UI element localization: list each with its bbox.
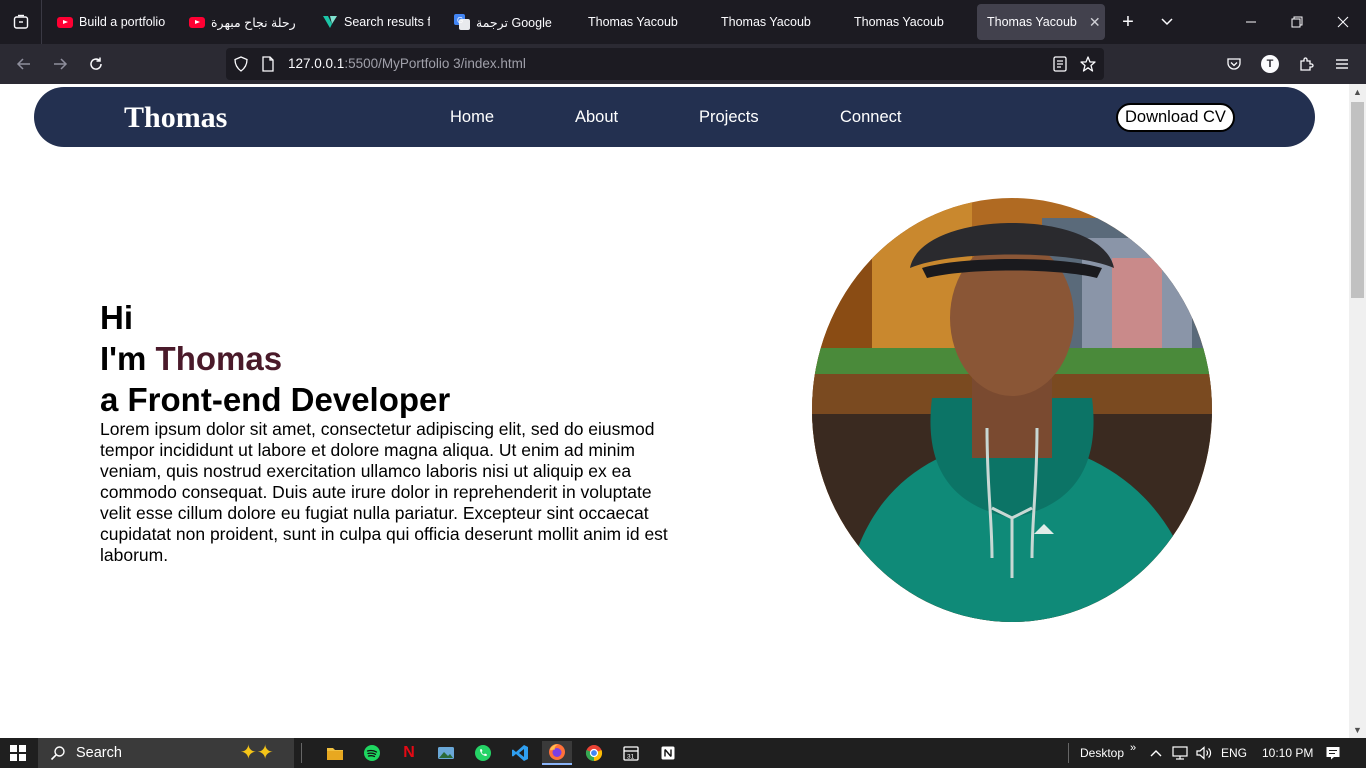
tab-title: ترجمة Google	[476, 15, 552, 30]
hero-heading: Hi I'm Thomas a Front-end Developer	[100, 297, 450, 420]
tab-thomas-yacoub-3[interactable]: Thomas Yacoub	[854, 4, 954, 40]
reload-icon[interactable]	[82, 50, 110, 78]
file-explorer-icon[interactable]	[320, 741, 350, 765]
bookmark-star-icon[interactable]	[1080, 56, 1096, 77]
vscode-icon[interactable]	[505, 741, 535, 765]
scroll-up-arrow-icon[interactable]: ▲	[1349, 84, 1366, 100]
hero-description: Lorem ipsum dolor sit amet, consectetur …	[100, 419, 668, 565]
chevron-down-icon[interactable]	[1153, 8, 1181, 36]
url-text[interactable]: 127.0.0.1:5500/MyPortfolio 3/index.html	[288, 56, 526, 71]
minimize-icon[interactable]	[1228, 0, 1274, 44]
url-host: 127.0.0.1	[288, 56, 345, 71]
url-path: :5500/MyPortfolio 3/index.html	[344, 56, 526, 71]
tab-title: Search results fo	[344, 15, 430, 29]
vuetify-icon	[322, 14, 338, 30]
hero-greeting: Hi	[100, 299, 133, 336]
tab-search-results[interactable]: Search results fo	[322, 4, 430, 40]
tab-title: Thomas Yacoub	[721, 15, 811, 29]
netflix-icon[interactable]: N	[394, 741, 424, 765]
profile-initial: T	[1261, 55, 1279, 73]
nav-link-connect[interactable]: Connect	[840, 108, 901, 127]
tab-bar: Build a portfolio رحلة نجاح مبهرة Search…	[0, 0, 1366, 44]
shield-icon[interactable]	[233, 56, 249, 77]
volume-icon[interactable]	[1196, 746, 1212, 765]
tab-title: Thomas Yacoub	[588, 15, 678, 29]
reader-view-icon[interactable]	[1053, 56, 1067, 77]
hero-intro: I'm Thomas	[100, 338, 450, 379]
address-bar[interactable]: 127.0.0.1:5500/MyPortfolio 3/index.html	[226, 48, 1104, 80]
tab-title: Thomas Yacoub	[987, 15, 1077, 29]
tab-thomas-yacoub-active[interactable]: Thomas Yacoub ✕	[977, 4, 1105, 40]
double-chevron-icon[interactable]: »	[1130, 742, 1136, 754]
tab-success-journey[interactable]: رحلة نجاح مبهرة	[189, 4, 301, 40]
pocket-icon[interactable]	[1220, 50, 1248, 78]
calendar-icon[interactable]: 31	[616, 741, 646, 765]
hero-role: a Front-end Developer	[100, 381, 451, 418]
account-avatar[interactable]: T	[1256, 50, 1284, 78]
download-cv-button[interactable]: Download CV	[1116, 103, 1235, 132]
google-translate-icon: G	[454, 14, 470, 30]
search-icon	[50, 745, 66, 766]
site-header: Thomas Home About Projects Connect Downl…	[34, 87, 1315, 147]
taskbar-search-label: Search	[76, 745, 122, 761]
taskbar-search-box[interactable]: Search ✦✦	[38, 738, 294, 768]
site-logo[interactable]: Thomas	[124, 101, 227, 135]
svg-text:31: 31	[627, 754, 635, 761]
spotify-icon[interactable]	[357, 741, 387, 765]
input-language-indicator[interactable]: ENG	[1221, 746, 1247, 760]
youtube-icon	[57, 14, 73, 30]
clock-time[interactable]: 10:10 PM	[1262, 746, 1313, 760]
firefox-icon[interactable]	[542, 741, 572, 765]
sparkle-icon: ✦✦	[240, 742, 274, 764]
hamburger-menu-icon[interactable]	[1328, 50, 1356, 78]
windows-taskbar: Search ✦✦ N 31 Desktop » ENG 10:10 PM	[0, 738, 1366, 768]
tab-google-translate[interactable]: G ترجمة Google	[454, 4, 558, 40]
network-icon[interactable]	[1172, 746, 1188, 765]
new-tab-plus-icon[interactable]: +	[1114, 8, 1142, 36]
nav-link-projects[interactable]: Projects	[699, 108, 759, 127]
tab-thomas-yacoub-1[interactable]: Thomas Yacoub	[588, 4, 688, 40]
profile-photo	[812, 198, 1212, 622]
navigation-toolbar: 127.0.0.1:5500/MyPortfolio 3/index.html …	[0, 44, 1366, 84]
back-arrow-icon[interactable]	[10, 50, 38, 78]
hero-name: Thomas	[155, 340, 283, 377]
show-hidden-icons-chevron-icon[interactable]	[1149, 746, 1163, 765]
close-window-icon[interactable]	[1320, 0, 1366, 44]
scroll-down-arrow-icon[interactable]: ▼	[1349, 722, 1366, 738]
scrollbar-thumb[interactable]	[1351, 102, 1364, 298]
extensions-puzzle-icon[interactable]	[1292, 50, 1320, 78]
youtube-icon	[189, 14, 205, 30]
nav-link-home[interactable]: Home	[450, 108, 494, 127]
tab-title: Thomas Yacoub	[854, 15, 944, 29]
chrome-icon[interactable]	[579, 741, 609, 765]
photos-icon[interactable]	[431, 741, 461, 765]
forward-arrow-icon[interactable]	[46, 50, 74, 78]
notifications-icon[interactable]	[1325, 745, 1341, 766]
page-document-icon[interactable]	[261, 56, 275, 77]
windows-start-icon[interactable]	[10, 745, 26, 761]
nav-link-about[interactable]: About	[575, 108, 618, 127]
tab-title: رحلة نجاح مبهرة	[211, 15, 296, 30]
tray-divider	[1068, 743, 1069, 763]
page-viewport: Thomas Home About Projects Connect Downl…	[0, 84, 1349, 738]
tab-build-portfolio[interactable]: Build a portfolio	[57, 4, 165, 40]
hero-intro-prefix: I'm	[100, 340, 156, 377]
desktop-toolbar-label[interactable]: Desktop	[1080, 746, 1124, 760]
page-scrollbar[interactable]: ▲ ▼	[1349, 84, 1366, 738]
restore-icon[interactable]	[1274, 0, 1320, 44]
close-tab-icon[interactable]: ✕	[1089, 14, 1101, 31]
whatsapp-icon[interactable]	[468, 741, 498, 765]
list-all-tabs-icon[interactable]	[0, 0, 42, 44]
taskbar-divider	[301, 743, 302, 763]
tab-title: Build a portfolio	[79, 15, 165, 29]
svg-text:G: G	[457, 16, 463, 25]
notion-icon[interactable]	[653, 741, 683, 765]
tab-thomas-yacoub-2[interactable]: Thomas Yacoub	[721, 4, 821, 40]
